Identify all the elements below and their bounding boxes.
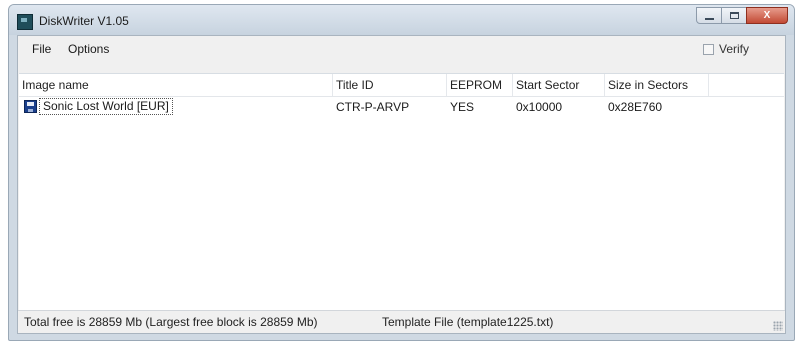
column-start-sector[interactable]: Start Sector (513, 74, 605, 96)
column-title-id[interactable]: Title ID (333, 74, 447, 96)
table-row[interactable]: Sonic Lost World [EUR] CTR-P-ARVP YES 0x… (19, 98, 784, 116)
close-icon: X (763, 10, 771, 21)
status-bar: Total free is 28859 Mb (Largest free blo… (18, 310, 785, 333)
window-title: DiskWriter V1.05 (39, 14, 129, 28)
maximize-button[interactable] (721, 7, 747, 24)
close-button[interactable]: X (746, 7, 788, 24)
cell-image-name: Sonic Lost World [EUR] (39, 98, 173, 115)
verify-option[interactable]: Verify (702, 42, 749, 56)
caption-buttons: X (696, 7, 788, 25)
menu-file[interactable]: File (32, 42, 51, 56)
floppy-disk-icon (24, 100, 37, 113)
client-area: File Options Verify Image name Title ID … (17, 35, 786, 334)
image-list[interactable]: Image name Title ID EEPROM Start Sector … (19, 73, 784, 310)
menu-options[interactable]: Options (68, 42, 109, 56)
verify-label: Verify (718, 42, 749, 56)
status-free-space: Total free is 28859 Mb (Largest free blo… (24, 315, 318, 329)
status-template-file: Template File (template1225.txt) (382, 315, 554, 329)
column-image-name[interactable]: Image name (19, 74, 333, 96)
disk-writer-icon (17, 14, 33, 30)
resize-grip-icon[interactable] (773, 321, 783, 331)
column-eeprom[interactable]: EEPROM (447, 74, 513, 96)
cell-size-in-sectors: 0x28E760 (608, 100, 663, 114)
list-header: Image name Title ID EEPROM Start Sector … (19, 74, 784, 97)
cell-title-id: CTR-P-ARVP (336, 100, 410, 114)
minimize-icon (704, 17, 714, 20)
menu-bar: File Options Verify (18, 36, 785, 62)
minimize-button[interactable] (696, 7, 722, 24)
verify-checkbox[interactable] (702, 43, 714, 55)
title-bar[interactable]: DiskWriter V1.05 X (9, 5, 794, 35)
app-window: DiskWriter V1.05 X File Options Verify I… (8, 4, 795, 341)
column-size-in-sectors[interactable]: Size in Sectors (605, 74, 709, 96)
maximize-icon (729, 12, 739, 19)
cell-start-sector: 0x10000 (516, 100, 563, 114)
cell-eeprom: YES (450, 100, 475, 114)
